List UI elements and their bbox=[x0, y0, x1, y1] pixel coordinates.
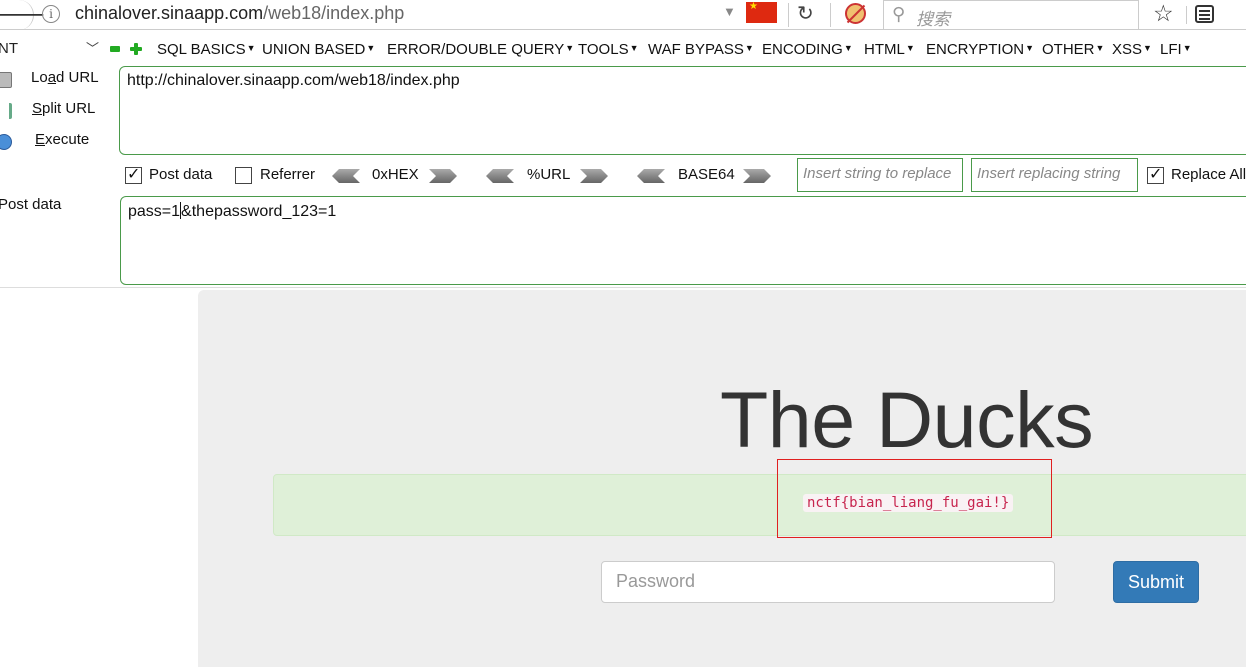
execute-button[interactable]: Execute bbox=[0, 131, 110, 155]
replace-string-input[interactable]: Insert string to replace bbox=[797, 158, 963, 192]
menu-sql-basics[interactable]: SQL BASICS▼ bbox=[157, 41, 256, 58]
hackbar-toolbar: NT ﹀ SQL BASICS▼ UNION BASED▼ ERROR/DOUB… bbox=[0, 38, 1246, 62]
plus-icon[interactable] bbox=[130, 43, 142, 55]
bookmark-star-icon[interactable]: ☆ bbox=[1153, 0, 1174, 27]
hackbar-select[interactable]: NT ﹀ bbox=[0, 40, 100, 60]
replace-all-checkbox[interactable] bbox=[1147, 164, 1164, 184]
password-input[interactable]: Password bbox=[601, 561, 1055, 603]
url-path: /web18/index.php bbox=[263, 3, 405, 23]
submit-button[interactable]: Submit bbox=[1113, 561, 1199, 603]
chevron-down-icon[interactable]: ▼ bbox=[723, 4, 736, 19]
menu-waf-bypass[interactable]: WAF BYPASS▼ bbox=[648, 41, 754, 58]
load-url-button[interactable]: Load URL bbox=[0, 69, 110, 93]
noscript-icon[interactable] bbox=[845, 3, 866, 24]
annotation-highlight-box bbox=[777, 459, 1052, 538]
divider bbox=[830, 3, 831, 27]
post-data-label: Post data bbox=[0, 196, 62, 213]
replace-all-label: Replace All bbox=[1171, 166, 1246, 183]
reading-list-icon[interactable] bbox=[1195, 5, 1214, 23]
browser-url-bar: 🡐 i chinalover.sinaapp.com/web18/index.p… bbox=[0, 0, 1246, 30]
hex-decode-icon[interactable] bbox=[332, 169, 360, 183]
split-url-button[interactable]: Split URL bbox=[0, 100, 110, 124]
referrer-checkbox-label: Referrer bbox=[260, 166, 316, 183]
chevron-down-icon: ﹀ bbox=[86, 41, 100, 56]
referrer-checkbox[interactable] bbox=[235, 167, 252, 184]
reload-icon[interactable]: ↻ bbox=[797, 1, 814, 26]
post-data-checkbox-label: Post data bbox=[149, 166, 213, 183]
split-url-icon bbox=[0, 103, 12, 119]
minus-icon[interactable] bbox=[110, 46, 120, 52]
divider bbox=[1186, 6, 1187, 24]
url-textarea[interactable]: http://chinalover.sinaapp.com/web18/inde… bbox=[119, 66, 1246, 155]
china-flag-icon bbox=[746, 1, 777, 23]
address-bar[interactable]: chinalover.sinaapp.com/web18/index.php bbox=[75, 3, 404, 24]
url-encode-icon[interactable] bbox=[580, 169, 608, 183]
base64-decode-icon[interactable] bbox=[637, 169, 665, 183]
menu-union-based[interactable]: UNION BASED▼ bbox=[262, 41, 375, 58]
load-url-icon bbox=[0, 72, 12, 88]
menu-encoding[interactable]: ENCODING▼ bbox=[762, 41, 853, 58]
menu-lfi[interactable]: LFI▼ bbox=[1160, 41, 1192, 58]
menu-encryption[interactable]: ENCRYPTION▼ bbox=[926, 41, 1034, 58]
divider bbox=[788, 3, 789, 27]
success-alert bbox=[273, 474, 1246, 536]
hackbar-options-row: Post data Referrer 0xHEX %URL BASE64 Ins… bbox=[0, 158, 1246, 192]
url-decode-icon[interactable] bbox=[486, 169, 514, 183]
web-page: The Ducks nctf{bian_liang_fu_gai!} Passw… bbox=[0, 287, 1246, 667]
menu-xss[interactable]: XSS▼ bbox=[1112, 41, 1152, 58]
menu-tools[interactable]: TOOLS▼ bbox=[578, 41, 639, 58]
info-icon[interactable]: i bbox=[42, 5, 60, 23]
page-title: The Ducks bbox=[720, 375, 1094, 464]
search-placeholder: 搜索 bbox=[916, 10, 950, 29]
hex-encode-icon[interactable] bbox=[429, 169, 457, 183]
post-data-checkbox[interactable] bbox=[125, 164, 142, 184]
hex-label: 0xHEX bbox=[372, 166, 419, 183]
menu-other[interactable]: OTHER▼ bbox=[1042, 41, 1104, 58]
url-host: chinalover.sinaapp.com bbox=[75, 3, 264, 23]
url-label: %URL bbox=[527, 166, 571, 183]
base64-label: BASE64 bbox=[678, 166, 735, 183]
back-icon[interactable]: 🡐 bbox=[0, 0, 46, 30]
search-input[interactable]: ⚲ 搜索 bbox=[883, 0, 1139, 30]
hackbar-select-value: NT bbox=[0, 40, 18, 57]
menu-html[interactable]: HTML▼ bbox=[864, 41, 915, 58]
execute-icon bbox=[0, 134, 12, 150]
replacing-string-input[interactable]: Insert replacing string bbox=[971, 158, 1138, 192]
post-data-textarea[interactable]: pass=1&thepassword_123=1 bbox=[120, 196, 1246, 285]
base64-encode-icon[interactable] bbox=[743, 169, 771, 183]
search-icon: ⚲ bbox=[892, 4, 906, 24]
menu-error-double-query[interactable]: ERROR/DOUBLE QUERY▼ bbox=[387, 41, 574, 58]
